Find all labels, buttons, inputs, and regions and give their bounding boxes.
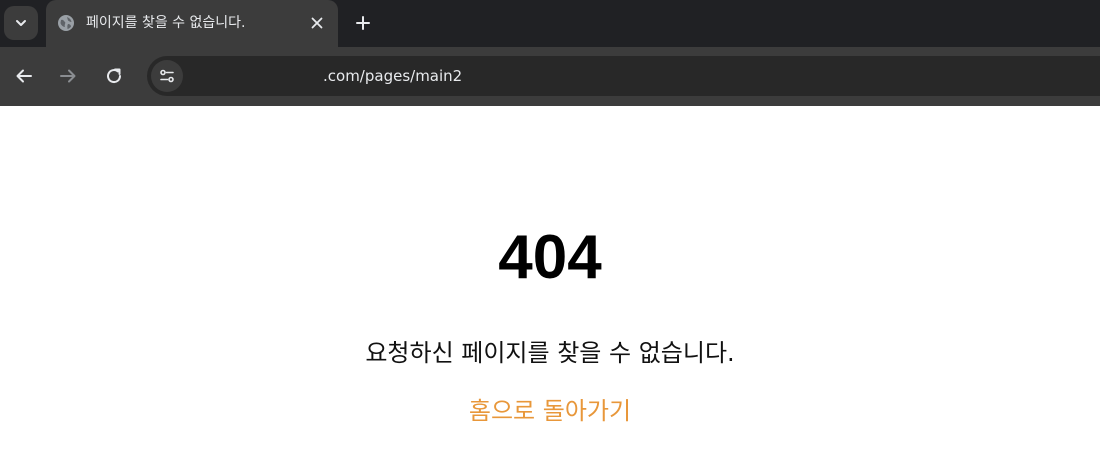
globe-icon xyxy=(57,14,75,32)
active-tab[interactable]: 페이지를 찾을 수 없습니다. xyxy=(46,0,338,47)
chevron-down-icon xyxy=(14,16,28,30)
address-bar[interactable]: .com/pages/main2 xyxy=(147,56,1100,96)
tab-strip: 페이지를 찾을 수 없습니다. xyxy=(0,0,1100,47)
page-content: 404 요청하신 페이지를 찾을 수 없습니다. 홈으로 돌아가기 xyxy=(0,106,1100,467)
back-button[interactable] xyxy=(9,61,39,91)
home-link[interactable]: 홈으로 돌아가기 xyxy=(0,396,1100,426)
plus-icon xyxy=(355,15,371,31)
error-message: 요청하신 페이지를 찾을 수 없습니다. xyxy=(365,339,735,367)
tune-icon xyxy=(159,68,175,84)
forward-button[interactable] xyxy=(53,61,83,91)
reload-icon xyxy=(105,67,123,85)
tab-title: 페이지를 찾을 수 없습니다. xyxy=(86,15,246,31)
new-tab-button[interactable] xyxy=(348,8,378,38)
site-info-button[interactable] xyxy=(151,60,183,92)
browser-window: 페이지를 찾을 수 없습니다. .com/pages/main2 404 요청하… xyxy=(0,0,1100,467)
toolbar: .com/pages/main2 xyxy=(0,47,1100,106)
reload-button[interactable] xyxy=(99,61,129,91)
error-code: 404 xyxy=(498,223,602,292)
arrow-left-icon xyxy=(15,67,33,85)
url-text: .com/pages/main2 xyxy=(323,67,463,85)
tab-search-button[interactable] xyxy=(4,6,38,40)
arrow-right-icon xyxy=(59,67,77,85)
close-icon[interactable] xyxy=(306,12,328,34)
